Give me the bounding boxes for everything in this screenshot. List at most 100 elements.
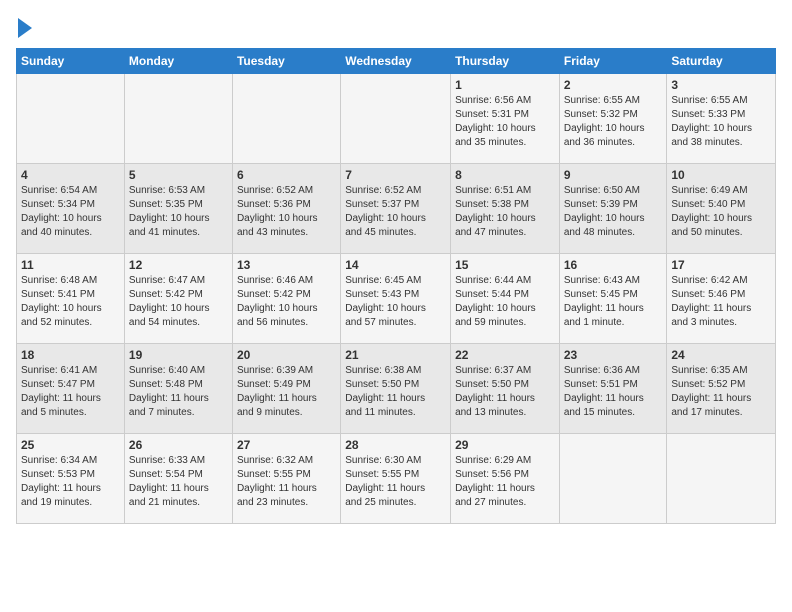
calendar-cell: 5 Sunrise: 6:53 AM Sunset: 5:35 PM Daylig… — [124, 164, 232, 254]
logo — [16, 16, 32, 38]
day-info: Sunrise: 6:49 AM Sunset: 5:40 PM Dayligh… — [671, 184, 771, 240]
day-info: Sunrise: 6:48 AM Sunset: 5:41 PM Dayligh… — [21, 274, 120, 330]
page-header — [16, 16, 776, 38]
calendar-cell: 20Sunrise: 6:39 AM Sunset: 5:49 PM Dayli… — [232, 344, 340, 434]
day-number: 7 — [345, 168, 446, 182]
header-cell-sunday: Sunday — [17, 49, 125, 74]
day-info: Sunrise: 6:52 AM Sunset: 5:37 PM Dayligh… — [345, 184, 446, 240]
calendar-table: SundayMondayTuesdayWednesdayThursdayFrid… — [16, 48, 776, 524]
calendar-header: SundayMondayTuesdayWednesdayThursdayFrid… — [17, 49, 776, 74]
header-cell-monday: Monday — [124, 49, 232, 74]
calendar-body: 1 Sunrise: 6:56 AM Sunset: 5:31 PM Daylig… — [17, 74, 776, 524]
day-info: Sunrise: 6:52 AM Sunset: 5:36 PM Dayligh… — [237, 184, 336, 240]
day-number: 10 — [671, 168, 771, 182]
day-number: 12 — [129, 258, 228, 272]
calendar-week-row: 18 Sunrise: 6:41 AM Sunset: 5:47 PM Dayli… — [17, 344, 776, 434]
calendar-cell: 17Sunrise: 6:42 AM Sunset: 5:46 PM Dayli… — [667, 254, 776, 344]
calendar-cell: 25 Sunrise: 6:34 AM Sunset: 5:53 PM Dayli… — [17, 434, 125, 524]
day-info: Sunrise: 6:54 AM Sunset: 5:34 PM Dayligh… — [21, 184, 120, 240]
day-number: 18 — [21, 348, 120, 362]
calendar-cell — [232, 74, 340, 164]
day-number: 23 — [564, 348, 663, 362]
day-info: Sunrise: 6:35 AM Sunset: 5:52 PM Dayligh… — [671, 364, 771, 420]
calendar-cell: 18 Sunrise: 6:41 AM Sunset: 5:47 PM Dayli… — [17, 344, 125, 434]
day-number: 9 — [564, 168, 663, 182]
day-info: Sunrise: 6:44 AM Sunset: 5:44 PM Dayligh… — [455, 274, 555, 330]
header-cell-saturday: Saturday — [667, 49, 776, 74]
day-info: Sunrise: 6:40 AM Sunset: 5:48 PM Dayligh… — [129, 364, 228, 420]
calendar-cell: 8 Sunrise: 6:51 AM Sunset: 5:38 PM Daylig… — [451, 164, 560, 254]
calendar-cell — [341, 74, 451, 164]
calendar-cell: 14 Sunrise: 6:45 AM Sunset: 5:43 PM Dayli… — [341, 254, 451, 344]
calendar-cell — [17, 74, 125, 164]
day-number: 11 — [21, 258, 120, 272]
calendar-cell — [124, 74, 232, 164]
calendar-cell: 7 Sunrise: 6:52 AM Sunset: 5:37 PM Daylig… — [341, 164, 451, 254]
day-number: 24 — [671, 348, 771, 362]
calendar-cell: 1 Sunrise: 6:56 AM Sunset: 5:31 PM Daylig… — [451, 74, 560, 164]
calendar-cell: 10 Sunrise: 6:49 AM Sunset: 5:40 PM Dayli… — [667, 164, 776, 254]
day-info: Sunrise: 6:53 AM Sunset: 5:35 PM Dayligh… — [129, 184, 228, 240]
day-number: 8 — [455, 168, 555, 182]
day-number: 22 — [455, 348, 555, 362]
day-info: Sunrise: 6:34 AM Sunset: 5:53 PM Dayligh… — [21, 454, 120, 510]
day-info: Sunrise: 6:37 AM Sunset: 5:50 PM Dayligh… — [455, 364, 555, 420]
calendar-cell — [559, 434, 667, 524]
day-number: 19 — [129, 348, 228, 362]
calendar-cell: 23 Sunrise: 6:36 AM Sunset: 5:51 PM Dayli… — [559, 344, 667, 434]
day-number: 26 — [129, 438, 228, 452]
day-number: 25 — [21, 438, 120, 452]
calendar-cell: 27 Sunrise: 6:32 AM Sunset: 5:55 PM Dayli… — [232, 434, 340, 524]
day-number: 14 — [345, 258, 446, 272]
calendar-week-row: 11 Sunrise: 6:48 AM Sunset: 5:41 PM Dayli… — [17, 254, 776, 344]
day-number: 28 — [345, 438, 446, 452]
calendar-cell: 6 Sunrise: 6:52 AM Sunset: 5:36 PM Daylig… — [232, 164, 340, 254]
calendar-cell: 22 Sunrise: 6:37 AM Sunset: 5:50 PM Dayli… — [451, 344, 560, 434]
day-number: 21 — [345, 348, 446, 362]
calendar-cell: 2Sunrise: 6:55 AM Sunset: 5:32 PM Daylig… — [559, 74, 667, 164]
calendar-week-row: 25 Sunrise: 6:34 AM Sunset: 5:53 PM Dayli… — [17, 434, 776, 524]
header-cell-tuesday: Tuesday — [232, 49, 340, 74]
day-number: 5 — [129, 168, 228, 182]
day-number: 4 — [21, 168, 120, 182]
calendar-cell: 16 Sunrise: 6:43 AM Sunset: 5:45 PM Dayli… — [559, 254, 667, 344]
day-number: 6 — [237, 168, 336, 182]
day-info: Sunrise: 6:56 AM Sunset: 5:31 PM Dayligh… — [455, 94, 555, 150]
day-info: Sunrise: 6:32 AM Sunset: 5:55 PM Dayligh… — [237, 454, 336, 510]
day-info: Sunrise: 6:51 AM Sunset: 5:38 PM Dayligh… — [455, 184, 555, 240]
day-number: 29 — [455, 438, 555, 452]
day-info: Sunrise: 6:43 AM Sunset: 5:45 PM Dayligh… — [564, 274, 663, 330]
day-info: Sunrise: 6:30 AM Sunset: 5:55 PM Dayligh… — [345, 454, 446, 510]
calendar-week-row: 1 Sunrise: 6:56 AM Sunset: 5:31 PM Daylig… — [17, 74, 776, 164]
day-number: 3 — [671, 78, 771, 92]
day-info: Sunrise: 6:39 AM Sunset: 5:49 PM Dayligh… — [237, 364, 336, 420]
day-number: 16 — [564, 258, 663, 272]
calendar-cell: 28 Sunrise: 6:30 AM Sunset: 5:55 PM Dayli… — [341, 434, 451, 524]
day-info: Sunrise: 6:41 AM Sunset: 5:47 PM Dayligh… — [21, 364, 120, 420]
day-info: Sunrise: 6:29 AM Sunset: 5:56 PM Dayligh… — [455, 454, 555, 510]
calendar-cell: 13Sunrise: 6:46 AM Sunset: 5:42 PM Dayli… — [232, 254, 340, 344]
day-info: Sunrise: 6:50 AM Sunset: 5:39 PM Dayligh… — [564, 184, 663, 240]
header-cell-friday: Friday — [559, 49, 667, 74]
calendar-cell: 24 Sunrise: 6:35 AM Sunset: 5:52 PM Dayli… — [667, 344, 776, 434]
day-info: Sunrise: 6:55 AM Sunset: 5:33 PM Dayligh… — [671, 94, 771, 150]
day-info: Sunrise: 6:38 AM Sunset: 5:50 PM Dayligh… — [345, 364, 446, 420]
header-row: SundayMondayTuesdayWednesdayThursdayFrid… — [17, 49, 776, 74]
calendar-cell: 12Sunrise: 6:47 AM Sunset: 5:42 PM Dayli… — [124, 254, 232, 344]
day-info: Sunrise: 6:33 AM Sunset: 5:54 PM Dayligh… — [129, 454, 228, 510]
logo-arrow-icon — [18, 18, 32, 38]
day-info: Sunrise: 6:46 AM Sunset: 5:42 PM Dayligh… — [237, 274, 336, 330]
calendar-week-row: 4 Sunrise: 6:54 AM Sunset: 5:34 PM Daylig… — [17, 164, 776, 254]
calendar-cell: 15Sunrise: 6:44 AM Sunset: 5:44 PM Dayli… — [451, 254, 560, 344]
calendar-cell: 4 Sunrise: 6:54 AM Sunset: 5:34 PM Daylig… — [17, 164, 125, 254]
day-info: Sunrise: 6:36 AM Sunset: 5:51 PM Dayligh… — [564, 364, 663, 420]
calendar-cell: 9 Sunrise: 6:50 AM Sunset: 5:39 PM Daylig… — [559, 164, 667, 254]
calendar-cell: 3 Sunrise: 6:55 AM Sunset: 5:33 PM Daylig… — [667, 74, 776, 164]
day-number: 1 — [455, 78, 555, 92]
header-cell-wednesday: Wednesday — [341, 49, 451, 74]
day-info: Sunrise: 6:45 AM Sunset: 5:43 PM Dayligh… — [345, 274, 446, 330]
day-number: 17 — [671, 258, 771, 272]
day-number: 2 — [564, 78, 663, 92]
calendar-cell: 11 Sunrise: 6:48 AM Sunset: 5:41 PM Dayli… — [17, 254, 125, 344]
day-number: 27 — [237, 438, 336, 452]
